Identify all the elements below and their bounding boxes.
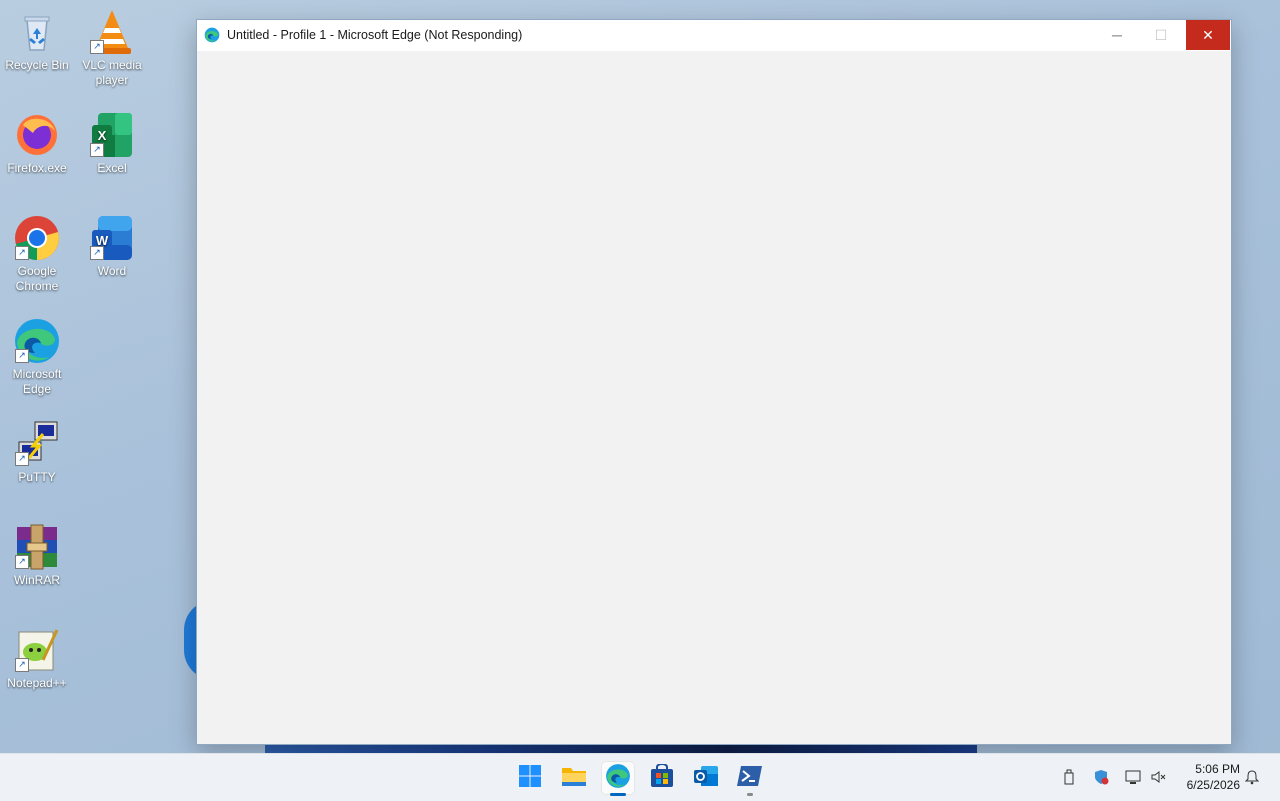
edge-window[interactable]: Untitled - Profile 1 - Microsoft Edge (N… bbox=[196, 19, 1232, 745]
shortcut-arrow-icon: ↗ bbox=[15, 555, 29, 569]
desktop-icon-label: Firefox.exe bbox=[7, 161, 67, 175]
window-title: Untitled - Profile 1 - Microsoft Edge (N… bbox=[227, 28, 523, 42]
network-icon[interactable] bbox=[1125, 769, 1141, 785]
recycle-bin-icon bbox=[13, 8, 61, 56]
minimize-button[interactable]: ─ bbox=[1095, 20, 1139, 50]
chrome-icon: ↗ bbox=[13, 214, 61, 262]
desktop-icon-excel[interactable]: X ↗ Excel bbox=[76, 111, 148, 176]
desktop-icon-winrar[interactable]: ↗ WinRAR bbox=[1, 523, 73, 588]
word-icon: W ↗ bbox=[88, 214, 136, 262]
shortcut-arrow-icon: ↗ bbox=[90, 246, 104, 260]
desktop-icon-chrome[interactable]: ↗ Google Chrome bbox=[1, 214, 73, 294]
clock-time: 5:06 PM bbox=[1195, 762, 1240, 776]
powershell-icon bbox=[737, 764, 763, 793]
shortcut-arrow-icon: ↗ bbox=[15, 658, 29, 672]
system-clock[interactable]: 5:06 PM 6/25/2026 bbox=[1178, 761, 1240, 793]
window-titlebar[interactable]: Untitled - Profile 1 - Microsoft Edge (N… bbox=[197, 20, 1231, 51]
notification-bell-icon[interactable] bbox=[1244, 769, 1260, 785]
desktop-icon-putty[interactable]: ↗ PuTTY bbox=[1, 420, 73, 485]
desktop-icon-recycle-bin[interactable]: Recycle Bin bbox=[1, 8, 73, 73]
clock-date: 6/25/2026 bbox=[1186, 778, 1240, 792]
desktop-icon-label: VLC media player bbox=[82, 58, 142, 87]
desktop-icon-vlc[interactable]: ↗ VLC media player bbox=[76, 8, 148, 88]
desktop-icon-label: Microsoft Edge bbox=[12, 367, 62, 396]
desktop-icon-notepadpp[interactable]: ↗ Notepad++ bbox=[1, 626, 73, 691]
close-icon: ✕ bbox=[1202, 26, 1214, 43]
desktop-icon-label: Google Chrome bbox=[15, 264, 59, 293]
vlc-icon: ↗ bbox=[88, 8, 136, 56]
volume-muted-icon[interactable] bbox=[1150, 769, 1166, 785]
shortcut-arrow-icon: ↗ bbox=[15, 246, 29, 260]
shortcut-arrow-icon: ↗ bbox=[90, 143, 104, 157]
active-app-indicator bbox=[610, 793, 626, 796]
edge-icon bbox=[204, 27, 220, 43]
shortcut-arrow-icon: ↗ bbox=[15, 452, 29, 466]
desktop-icon-label: Word bbox=[97, 264, 127, 278]
firefox-icon bbox=[13, 111, 61, 159]
desktop-icon-word[interactable]: W ↗ Word bbox=[76, 214, 148, 279]
taskbar-file-explorer[interactable] bbox=[558, 762, 590, 794]
desktop-icon-label: WinRAR bbox=[13, 573, 60, 587]
excel-icon: X ↗ bbox=[88, 111, 136, 159]
desktop-icon-firefox[interactable]: Firefox.exe bbox=[1, 111, 73, 176]
svg-text:X: X bbox=[98, 128, 107, 143]
windows-start-icon bbox=[518, 764, 542, 793]
desktop-icon-label: Recycle Bin bbox=[5, 58, 69, 72]
winrar-icon: ↗ bbox=[13, 523, 61, 571]
desktop-icon-edge[interactable]: ↗ Microsoft Edge bbox=[1, 317, 73, 397]
taskbar-store[interactable] bbox=[646, 762, 678, 794]
close-button[interactable]: ✕ bbox=[1186, 20, 1230, 50]
minimize-icon: ─ bbox=[1112, 27, 1122, 43]
store-icon bbox=[650, 762, 674, 793]
window-content-area bbox=[197, 51, 1231, 744]
outlook-icon bbox=[693, 764, 719, 793]
taskbar-outlook[interactable] bbox=[690, 762, 722, 794]
maximize-icon: ☐ bbox=[1154, 26, 1168, 43]
taskbar-edge[interactable] bbox=[602, 762, 634, 794]
maximize-button[interactable]: ☐ bbox=[1139, 20, 1183, 50]
desktop-icon-label: PuTTY bbox=[18, 470, 56, 484]
desktop-icon-label: Notepad++ bbox=[7, 676, 67, 690]
running-app-indicator bbox=[747, 793, 753, 796]
notepadpp-icon: ↗ bbox=[13, 626, 61, 674]
putty-icon: ↗ bbox=[13, 420, 61, 468]
edge-icon: ↗ bbox=[13, 317, 61, 365]
usb-device-icon[interactable] bbox=[1061, 769, 1077, 785]
edge-icon bbox=[605, 763, 631, 794]
taskbar-start-button[interactable] bbox=[514, 762, 546, 794]
security-shield-icon[interactable] bbox=[1093, 769, 1109, 785]
file-explorer-icon bbox=[561, 764, 587, 793]
desktop-icon-label: Excel bbox=[97, 161, 127, 175]
taskbar: 5:06 PM 6/25/2026 bbox=[0, 753, 1280, 801]
shortcut-arrow-icon: ↗ bbox=[15, 349, 29, 363]
shortcut-arrow-icon: ↗ bbox=[90, 40, 104, 54]
taskbar-powershell[interactable] bbox=[734, 762, 766, 794]
